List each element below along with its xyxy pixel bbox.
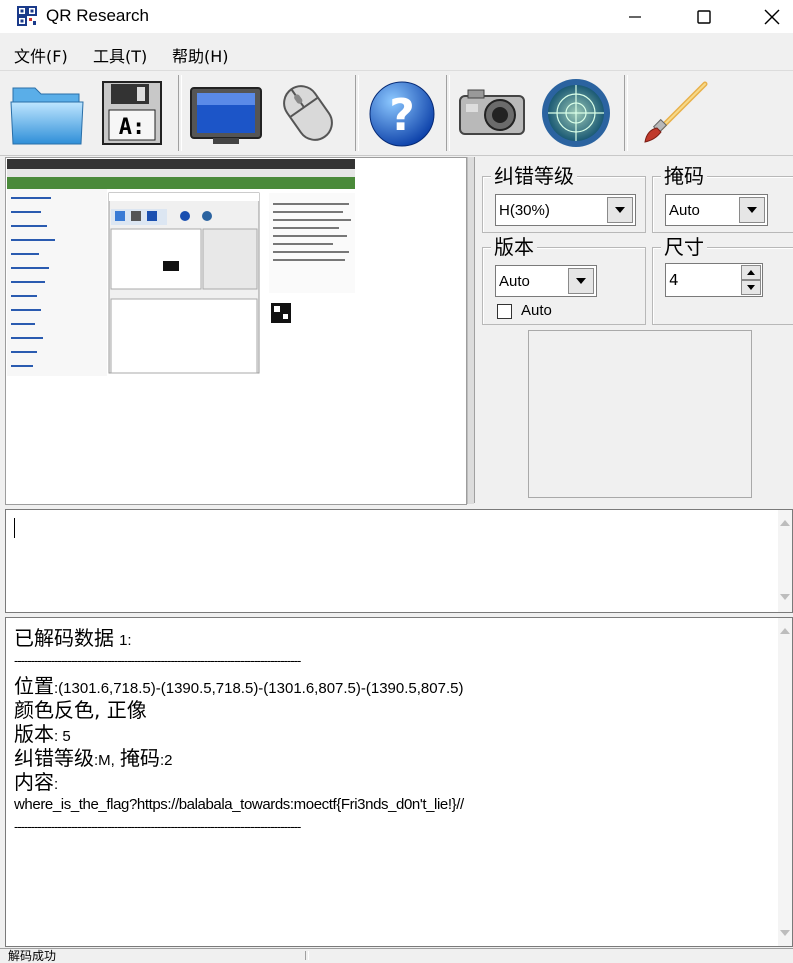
menu-file[interactable]: 文件(F) (14, 43, 68, 67)
mask-group: 掩码 Auto (652, 164, 793, 233)
maximize-icon (697, 9, 711, 24)
toolbar-separator (355, 75, 359, 151)
minimize-icon (629, 15, 641, 18)
version-value: Auto (499, 273, 530, 290)
mask-line-label: 掩码 (119, 746, 160, 770)
close-button[interactable] (749, 0, 793, 33)
spin-up-icon[interactable] (741, 265, 761, 280)
help-button[interactable]: ? (362, 74, 442, 152)
version-auto-label: Auto (521, 302, 552, 319)
radar-scan-button[interactable] (536, 74, 616, 152)
status-bar: 解码成功 (0, 948, 793, 963)
decoded-header-label: 已解码数据 (14, 626, 114, 650)
ec-level-select[interactable]: H(30%) (495, 194, 636, 226)
qr-preview-box (528, 330, 752, 498)
chevron-down-icon[interactable] (607, 197, 633, 223)
ec-level-group: 纠错等级 H(30%) (482, 164, 646, 233)
help-icon: ? (369, 81, 435, 147)
size-stepper[interactable]: 4 (665, 263, 763, 297)
text-caret (14, 518, 15, 538)
svg-text:A:: A: (119, 115, 146, 140)
mouse-icon (283, 85, 333, 141)
mask-line-value: :2 (159, 752, 173, 769)
menu-bar: 文件(F) 工具(T) 帮助(H) (0, 33, 793, 71)
screen-capture-button[interactable] (186, 74, 266, 152)
paint-button[interactable] (633, 74, 713, 152)
mask-label: 掩码 (661, 164, 707, 188)
open-folder-icon (10, 87, 84, 145)
ec-line-value: :M, (94, 752, 115, 769)
decoded-header-count: 1: (119, 632, 132, 649)
save-button[interactable]: A: (92, 74, 172, 152)
radar-icon (542, 79, 610, 147)
separator-line: ----------------------------------------… (14, 819, 301, 834)
settings-panel: 纠错等级 H(30%) 掩码 Auto 版本 Auto Auto 尺寸 4 (474, 157, 793, 503)
svg-text:?: ? (389, 90, 415, 141)
encode-text-input[interactable] (5, 509, 793, 613)
toolbar-separator (178, 75, 182, 151)
title-bar: QR Research (0, 0, 793, 33)
mask-select[interactable]: Auto (665, 194, 768, 226)
minimize-button[interactable] (612, 0, 658, 33)
toolbar-separator (624, 75, 628, 151)
save-disk-icon: A: (102, 81, 162, 145)
scroll-down-icon[interactable] (780, 930, 790, 936)
size-label: 尺寸 (661, 235, 707, 259)
decoded-content: where_is_the_flag?https://balabala_towar… (14, 796, 464, 813)
monitor-icon (190, 87, 262, 144)
camera-icon (459, 89, 525, 135)
content-label: 内容 (14, 770, 54, 794)
content-colon: : (54, 776, 59, 793)
version-auto-checkbox[interactable] (497, 304, 512, 319)
decode-result-output[interactable]: 已解码数据 1: -------------------------------… (5, 617, 793, 947)
toolbar: A: ? (0, 71, 793, 156)
paintbrush-icon (644, 81, 708, 143)
image-preview-pane[interactable] (5, 157, 467, 505)
open-button[interactable] (7, 74, 87, 152)
chevron-down-icon[interactable] (568, 268, 594, 294)
scroll-up-icon[interactable] (780, 520, 790, 526)
vertical-splitter[interactable] (467, 157, 474, 504)
chevron-down-icon[interactable] (739, 197, 765, 223)
scroll-up-icon[interactable] (780, 628, 790, 634)
content-label-line: 内容: (14, 766, 58, 795)
menu-tools[interactable]: 工具(T) (93, 43, 147, 67)
version-select[interactable]: Auto (495, 265, 597, 297)
ec-level-label: 纠错等级 (491, 164, 577, 188)
decoded-header: 已解码数据 1: (14, 622, 132, 651)
scroll-down-icon[interactable] (780, 594, 790, 600)
toolbar-separator (446, 75, 450, 151)
version-group: 版本 Auto Auto (482, 235, 646, 325)
close-icon (764, 9, 780, 24)
qr-app-icon (17, 6, 37, 26)
size-group: 尺寸 4 (652, 235, 793, 325)
spin-down-icon[interactable] (741, 280, 761, 295)
mask-value: Auto (669, 202, 700, 219)
window-title: QR Research (46, 6, 149, 25)
input-scrollbar[interactable] (778, 510, 792, 612)
size-value: 4 (669, 271, 679, 289)
menu-help[interactable]: 帮助(H) (172, 43, 229, 67)
mouse-select-button[interactable] (268, 74, 348, 152)
version-label: 版本 (491, 235, 537, 259)
output-scrollbar[interactable] (778, 618, 792, 946)
camera-button[interactable] (452, 74, 532, 152)
loaded-screenshot-thumbnail (7, 159, 355, 376)
status-text: 解码成功 (8, 949, 57, 963)
separator-line: ----------------------------------------… (14, 653, 301, 668)
maximize-button[interactable] (681, 0, 727, 33)
ec-level-value: H(30%) (499, 202, 550, 219)
